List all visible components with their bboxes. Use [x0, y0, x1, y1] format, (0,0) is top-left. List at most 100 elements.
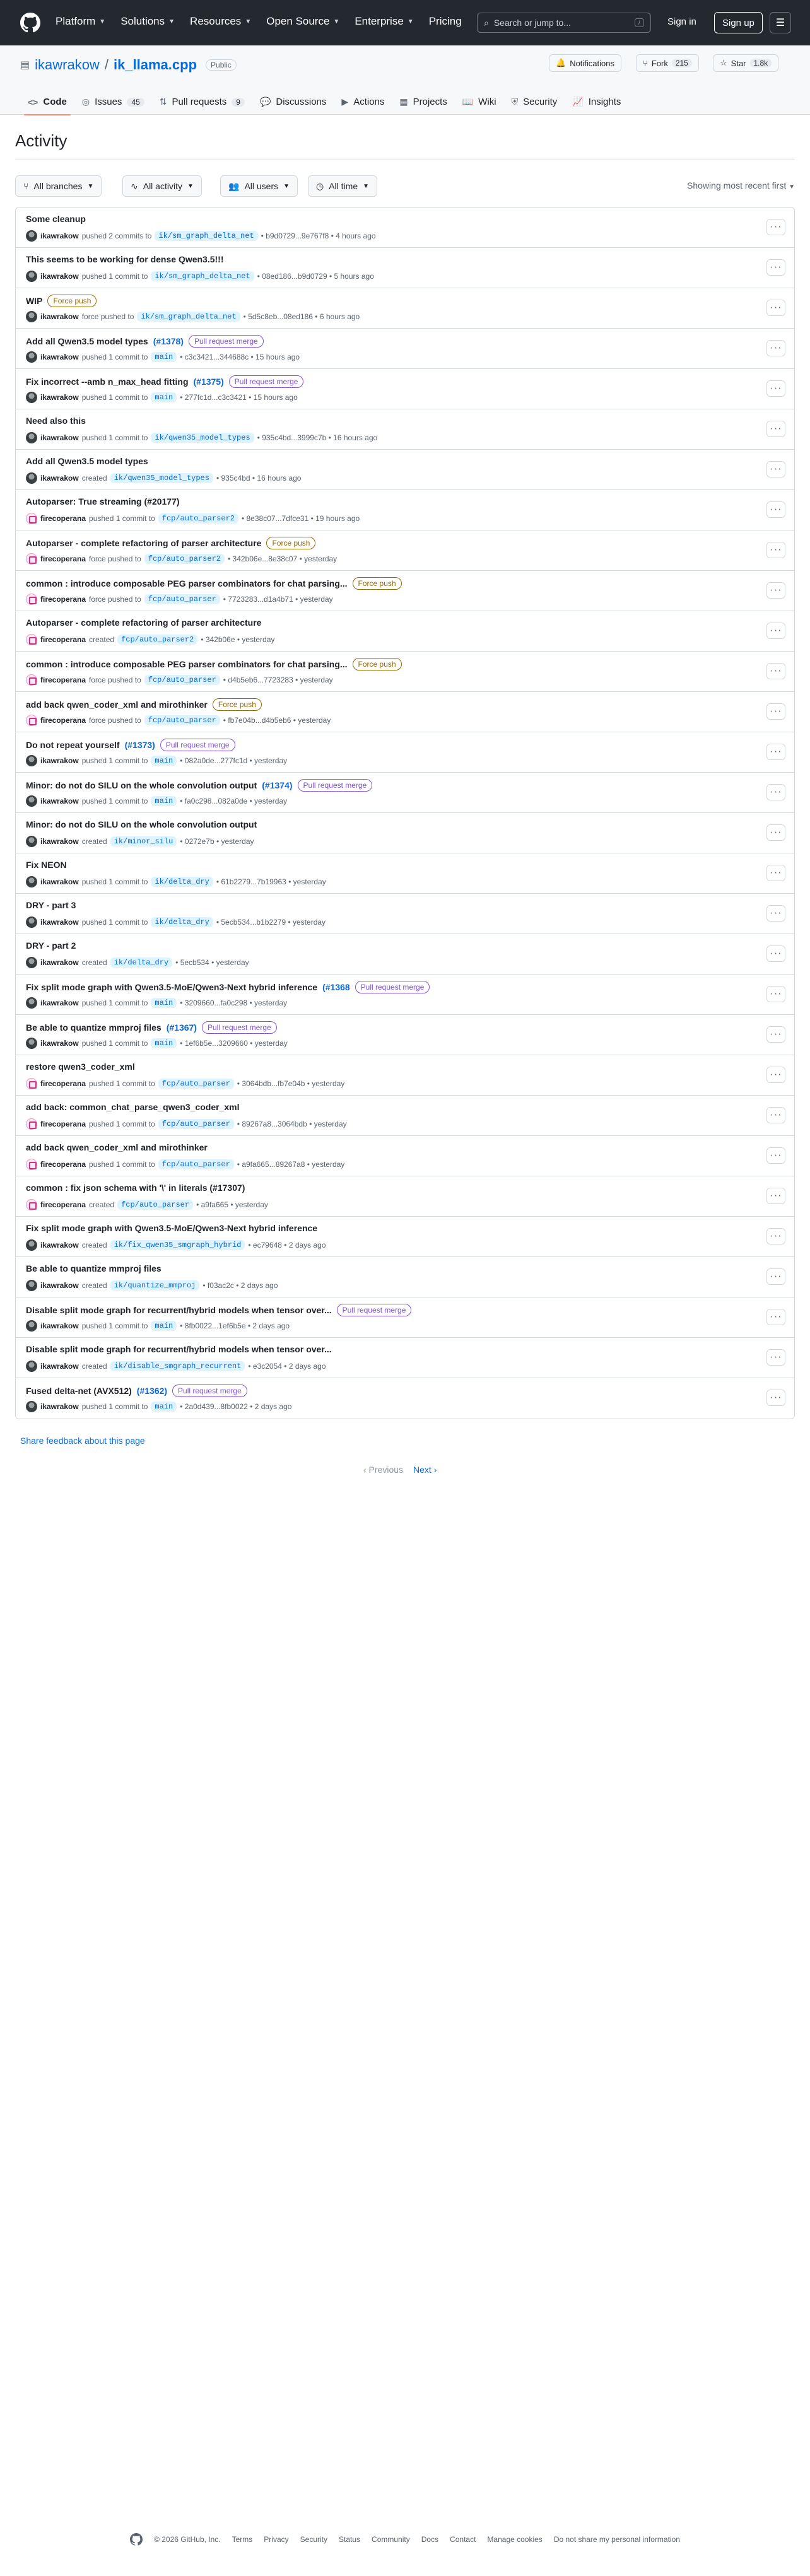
commit-message-link[interactable]: Some cleanup — [26, 214, 86, 224]
username-link[interactable]: ikawrakow — [40, 1039, 79, 1048]
kebab-menu-icon[interactable]: ··· — [766, 1107, 785, 1123]
pull-request-link[interactable]: (#1373) — [125, 740, 155, 750]
username-link[interactable]: firecoperana — [40, 676, 86, 684]
username-link[interactable]: firecoperana — [40, 1120, 86, 1128]
tab-wiki[interactable]: 📖 Wiki — [455, 97, 504, 115]
kebab-menu-icon[interactable]: ··· — [766, 1390, 785, 1406]
commit-message-link[interactable]: Be able to quantize mmproj files — [26, 1263, 161, 1273]
search-input[interactable]: ⌕ Search or jump to... / — [477, 13, 651, 33]
username-link[interactable]: firecoperana — [40, 514, 86, 523]
avatar[interactable] — [26, 916, 37, 928]
commit-message-link[interactable]: common : introduce composable PEG parser… — [26, 659, 348, 669]
avatar[interactable] — [26, 1361, 37, 1372]
commit-message-link[interactable]: restore qwen3_coder_xml — [26, 1062, 135, 1072]
avatar[interactable] — [26, 1118, 37, 1130]
username-link[interactable]: ikawrakow — [40, 393, 79, 402]
username-link[interactable]: ikawrakow — [40, 474, 79, 483]
kebab-menu-icon[interactable]: ··· — [766, 300, 785, 316]
avatar[interactable] — [26, 876, 37, 887]
branch-link[interactable]: fcp/auto_parser — [144, 675, 220, 685]
avatar[interactable] — [26, 836, 37, 847]
user-filter[interactable]: 👥 All users ▼ — [220, 175, 298, 197]
repo-name-link[interactable]: ik_llama.cpp — [114, 57, 197, 73]
footer-link-do-not-share[interactable]: Do not share my personal information — [554, 2535, 680, 2544]
repo-owner-link[interactable]: ikawrakow — [35, 57, 100, 73]
pull-request-link[interactable]: (#1375) — [194, 377, 224, 387]
username-link[interactable]: firecoperana — [40, 554, 86, 563]
pull-request-link[interactable]: (#1374) — [262, 780, 292, 790]
kebab-menu-icon[interactable]: ··· — [766, 905, 785, 922]
username-link[interactable]: ikawrakow — [40, 797, 79, 805]
commit-message-link[interactable]: Do not repeat yourself — [26, 740, 120, 750]
commit-message-link[interactable]: Fix NEON — [26, 860, 67, 870]
kebab-menu-icon[interactable]: ··· — [766, 1067, 785, 1083]
branch-link[interactable]: ik/sm_graph_delta_net — [151, 271, 254, 281]
commit-message-link[interactable]: Be able to quantize mmproj files — [26, 1022, 161, 1033]
kebab-menu-icon[interactable]: ··· — [766, 1188, 785, 1204]
username-link[interactable]: firecoperana — [40, 716, 86, 725]
kebab-menu-icon[interactable]: ··· — [766, 1309, 785, 1325]
kebab-menu-icon[interactable]: ··· — [766, 1147, 785, 1164]
avatar[interactable] — [26, 755, 37, 766]
tab-security[interactable]: ⛨ Security — [504, 97, 565, 115]
avatar[interactable] — [26, 594, 37, 605]
username-link[interactable]: firecoperana — [40, 635, 86, 644]
avatar[interactable] — [26, 674, 37, 686]
username-link[interactable]: firecoperana — [40, 1200, 86, 1209]
notifications-button[interactable]: 🔔 Notifications — [549, 54, 621, 72]
branch-link[interactable]: ik/delta_dry — [151, 877, 213, 887]
commit-message-link[interactable]: common : fix json schema with '\' in lit… — [26, 1183, 245, 1193]
avatar[interactable] — [26, 795, 37, 807]
nav-resources[interactable]: Resources ▼ — [190, 15, 251, 28]
tab-insights[interactable]: 📈 Insights — [565, 97, 628, 115]
commit-message-link[interactable]: Minor: do not do SILU on the whole convo… — [26, 819, 257, 829]
menu-icon[interactable]: ☰ — [770, 12, 791, 33]
avatar[interactable] — [26, 1159, 37, 1170]
branch-link[interactable]: main — [151, 1038, 177, 1048]
kebab-menu-icon[interactable]: ··· — [766, 259, 785, 276]
star-button[interactable]: ☆ Star 1.8k — [713, 54, 779, 72]
kebab-menu-icon[interactable]: ··· — [766, 501, 785, 518]
fork-button[interactable]: ⑂ Fork 215 — [636, 54, 699, 72]
commit-message-link[interactable]: DRY - part 3 — [26, 900, 76, 910]
tab-pull-requests[interactable]: ⇅ Pull requests 9 — [152, 97, 252, 115]
commit-message-link[interactable]: Fix incorrect --amb n_max_head fitting — [26, 377, 189, 387]
branch-link[interactable]: ik/minor_silu — [110, 836, 177, 846]
kebab-menu-icon[interactable]: ··· — [766, 865, 785, 881]
kebab-menu-icon[interactable]: ··· — [766, 946, 785, 962]
kebab-menu-icon[interactable]: ··· — [766, 219, 785, 235]
footer-link-manage-cookies[interactable]: Manage cookies — [487, 2535, 542, 2544]
avatar[interactable] — [26, 432, 37, 443]
commit-message-link[interactable]: Add all Qwen3.5 model types — [26, 336, 148, 346]
branch-link[interactable]: main — [151, 756, 177, 766]
avatar[interactable] — [26, 1199, 37, 1210]
branch-filter[interactable]: ⑂ All branches ▼ — [15, 175, 102, 197]
username-link[interactable]: ikawrakow — [40, 958, 79, 967]
branch-link[interactable]: fcp/auto_parser2 — [144, 554, 225, 564]
next-page-button[interactable]: Next › — [413, 1465, 437, 1475]
commit-message-link[interactable]: Fix split mode graph with Qwen3.5-MoE/Qw… — [26, 1223, 317, 1233]
kebab-menu-icon[interactable]: ··· — [766, 582, 785, 599]
branch-link[interactable]: ik/qwen35_model_types — [110, 473, 213, 483]
commit-message-link[interactable]: Autoparser: True streaming (#20177) — [26, 496, 180, 506]
kebab-menu-icon[interactable]: ··· — [766, 542, 785, 558]
commit-message-link[interactable]: Need also this — [26, 416, 86, 426]
avatar[interactable] — [26, 513, 37, 524]
previous-page-button[interactable]: ‹ Previous — [363, 1465, 403, 1475]
branch-link[interactable]: ik/sm_graph_delta_net — [137, 312, 240, 322]
branch-link[interactable]: ik/sm_graph_delta_net — [155, 231, 258, 241]
branch-link[interactable]: ik/delta_dry — [110, 957, 173, 968]
commit-message-link[interactable]: Fused delta-net (AVX512) — [26, 1386, 132, 1396]
commit-message-link[interactable]: add back qwen_coder_xml and mirothinker — [26, 700, 208, 710]
branch-link[interactable]: ik/qwen35_model_types — [151, 433, 254, 443]
avatar[interactable] — [26, 553, 37, 565]
footer-link-status[interactable]: Status — [339, 2535, 360, 2544]
nav-enterprise[interactable]: Enterprise ▼ — [355, 15, 413, 28]
commit-message-link[interactable]: Disable split mode graph for recurrent/h… — [26, 1305, 332, 1315]
avatar[interactable] — [26, 997, 37, 1009]
branch-link[interactable]: main — [151, 796, 177, 806]
username-link[interactable]: ikawrakow — [40, 353, 79, 361]
tab-issues[interactable]: ◎ Issues 45 — [74, 97, 152, 115]
username-link[interactable]: ikawrakow — [40, 998, 79, 1007]
footer-link-terms[interactable]: Terms — [232, 2535, 253, 2544]
